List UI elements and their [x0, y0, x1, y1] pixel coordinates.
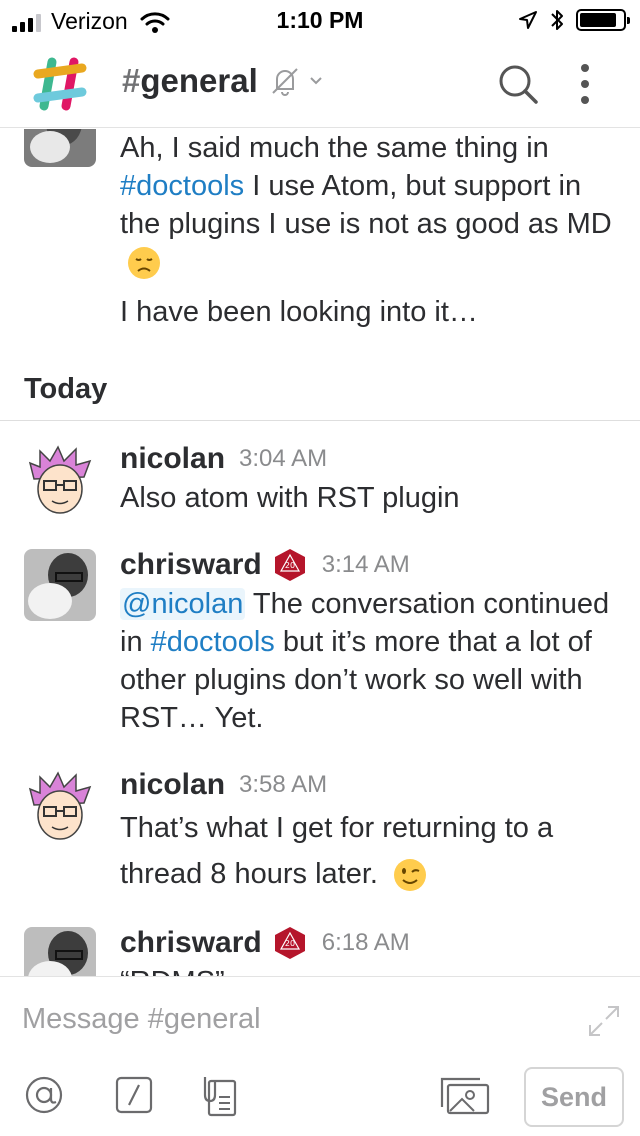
avatar-chrisward[interactable] [24, 549, 96, 621]
message-composer: Send [0, 976, 640, 1136]
battery-icon [576, 9, 630, 31]
message-text: “RDMS” [120, 963, 620, 976]
wifi-icon [140, 11, 170, 33]
avatar-chrisward[interactable] [24, 129, 96, 167]
avatar-chrisward[interactable] [24, 927, 96, 976]
channel-name: general [140, 62, 258, 99]
message-text: Ah, I said much the same thing in #docto… [120, 129, 620, 281]
slash-command-button[interactable] [114, 1073, 154, 1117]
status-right [518, 8, 630, 32]
channel-link[interactable]: #doctools [120, 170, 244, 202]
svg-text:20: 20 [285, 939, 295, 948]
message-author[interactable]: chrisward [120, 548, 262, 582]
wink-emoji [394, 859, 427, 892]
chevron-down-icon[interactable] [308, 75, 324, 87]
status-bar: Verizon 1:10 PM [0, 0, 640, 40]
slash-command-icon [115, 1076, 153, 1114]
svg-text:20: 20 [285, 561, 295, 570]
avatar-nicolan[interactable] [24, 445, 96, 517]
signal-strength-icon [12, 12, 41, 32]
muted-bell-icon [272, 68, 298, 96]
disappointed-emoji [128, 247, 160, 280]
d20-icon: 20 [274, 927, 305, 959]
message-text: I have been looking into it… [120, 296, 478, 329]
message-text: Also atom with RST plugin [120, 482, 460, 514]
message-text: That’s what I get for returning to a thr… [120, 805, 620, 897]
search-icon[interactable] [494, 60, 542, 108]
more-vertical-icon[interactable] [570, 62, 600, 106]
channel-link[interactable]: #doctools [151, 626, 275, 658]
at-mention-button[interactable] [22, 1073, 66, 1117]
channel-header: # general [0, 40, 640, 128]
channel-title[interactable]: # general [122, 62, 324, 100]
at-mention-icon [25, 1076, 63, 1114]
message-author[interactable]: nicolan [120, 442, 225, 476]
message-timestamp: 3:14 AM [321, 551, 410, 578]
message-input[interactable] [22, 997, 562, 1041]
file-upload-button[interactable] [198, 1073, 240, 1117]
avatar-nicolan[interactable] [24, 771, 96, 843]
slack-logo-icon[interactable] [30, 54, 90, 114]
message-timestamp: 3:04 AM [239, 445, 328, 472]
message-author[interactable]: chrisward [120, 926, 262, 960]
user-mention[interactable]: @nicolan [120, 588, 246, 620]
expand-icon[interactable] [586, 1003, 622, 1039]
d20-icon: 20 [274, 549, 305, 581]
send-button[interactable]: Send [524, 1067, 624, 1127]
channel-hash: # [122, 62, 141, 99]
carrier-name: Verizon [51, 8, 128, 34]
bluetooth-icon [551, 10, 563, 30]
photo-button[interactable] [440, 1073, 490, 1117]
message-text: @nicolan The conversation continued in #… [120, 588, 610, 734]
status-left: Verizon [12, 8, 170, 35]
date-divider-label: Today [24, 373, 108, 405]
message-author[interactable]: nicolan [120, 768, 225, 802]
message-list[interactable]: Ah, I said much the same thing in #docto… [0, 129, 640, 976]
photo-icon [440, 1077, 490, 1115]
message-timestamp: 3:58 AM [239, 771, 328, 798]
date-divider: Today [0, 365, 640, 421]
location-arrow-icon [519, 11, 537, 29]
file-icon [203, 1077, 237, 1117]
message-timestamp: 6:18 AM [321, 929, 410, 956]
